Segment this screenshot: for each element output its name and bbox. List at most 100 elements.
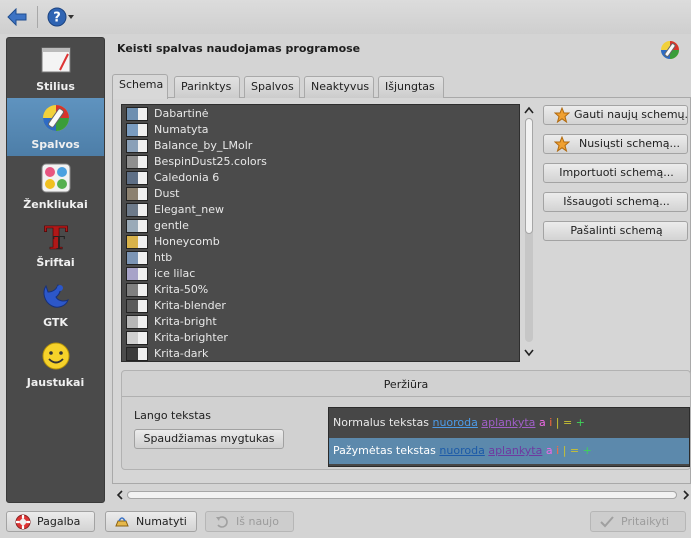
preview-view: Normalus tekstas nuoroda aplankyta a i |…: [328, 407, 690, 467]
horizontal-scrollbar[interactable]: [115, 488, 691, 502]
defaults-button[interactable]: Numatyti: [105, 511, 197, 532]
save-scheme-button[interactable]: Išsaugoti schemą...: [543, 192, 688, 212]
neutral-text: |: [562, 444, 567, 457]
scheme-list-item[interactable]: Krita-50%: [122, 282, 519, 298]
gtk-icon: [40, 280, 72, 312]
scrollbar-thumb[interactable]: [525, 118, 533, 234]
scheme-list-item[interactable]: Dust: [122, 186, 519, 202]
svg-text:?: ?: [53, 11, 61, 26]
scheme-list-item[interactable]: htb: [122, 250, 519, 266]
scheme-list-item[interactable]: Dabartinė: [122, 106, 519, 122]
apply-button[interactable]: Pritaikyti: [590, 511, 686, 532]
scrollbar-thumb[interactable]: [127, 491, 677, 499]
scheme-preview-swatch: [126, 171, 148, 185]
sidebar-item-label: Spalvos: [31, 138, 80, 151]
scroll-left-icon: [116, 490, 123, 500]
scheme-name: Krita-dark: [154, 347, 209, 360]
page-title: Keisti spalvas naudojamas programose: [117, 42, 361, 55]
help-button[interactable]: Pagalba: [6, 511, 95, 532]
sidebar-item-label: GTK: [43, 316, 68, 329]
checkmark-icon: [599, 514, 615, 530]
fonts-icon: TT: [40, 219, 72, 258]
positive-text: +: [582, 444, 592, 457]
sidebar-item-label: Ženkliukai: [23, 198, 88, 211]
scroll-down-icon: [524, 349, 534, 357]
vertical-scrollbar[interactable]: [522, 104, 536, 362]
scheme-list-item[interactable]: ice lilac: [122, 266, 519, 282]
scheme-list-item[interactable]: Krita-blender: [122, 298, 519, 314]
scheme-list-item[interactable]: Balance_by_LMolr: [122, 138, 519, 154]
scheme-name: Honeycomb: [154, 235, 220, 248]
positive-text: +: [575, 416, 585, 429]
link-text[interactable]: nuoroda: [439, 444, 484, 457]
visited-link-text[interactable]: aplankyta: [481, 416, 535, 429]
remove-scheme-button[interactable]: Pašalinti schemą: [543, 221, 688, 241]
scheme-list-item[interactable]: Krita-brighter: [122, 330, 519, 346]
download-scheme-button[interactable]: Nusiųsti schemą...: [543, 134, 688, 154]
get-new-schemes-button[interactable]: Gauti naujų schemų...: [543, 105, 688, 125]
scheme-list[interactable]: Dabartinė Numatyta Balance_by_LMolr BespinD…: [121, 104, 520, 362]
neutral-text: =: [562, 416, 573, 429]
scheme-name: Dabartinė: [154, 107, 209, 120]
sidebar-item-fonts[interactable]: TT Šriftai: [7, 216, 104, 274]
scheme-preview-swatch: [126, 107, 148, 121]
visited-link-text[interactable]: aplankyta: [488, 444, 542, 457]
svg-text:T: T: [53, 233, 65, 252]
sidebar: Stilius Spalvos Ženkliukai TT Šriftai GT…: [6, 37, 105, 503]
window-text-label: Lango tekstas: [134, 409, 212, 422]
scheme-name: gentle: [154, 219, 189, 232]
scheme-name: htb: [154, 251, 173, 264]
scheme-preview-swatch: [126, 251, 148, 265]
sidebar-item-label: Stilius: [36, 80, 75, 93]
sidebar-item-label: Šriftai: [36, 256, 75, 269]
neutral-text: =: [569, 444, 580, 457]
selected-text: Pažymėtas tekstas: [333, 444, 436, 457]
scheme-preview-swatch: [126, 331, 148, 345]
scheme-list-item[interactable]: Numatyta: [122, 122, 519, 138]
scheme-name: Dust: [154, 187, 180, 200]
scheme-name: BespinDust25.colors: [154, 155, 267, 168]
scheme-list-item[interactable]: BespinDust25.colors: [122, 154, 519, 170]
scheme-name: Krita-brighter: [154, 331, 228, 344]
normal-text: Normalus tekstas: [333, 416, 429, 429]
toolbar-separator: [37, 6, 38, 28]
tab-inactive[interactable]: Neaktyvus: [304, 76, 374, 98]
active-text: a: [538, 416, 546, 429]
tab-colors[interactable]: Spalvos: [244, 76, 300, 98]
import-scheme-button[interactable]: Importuoti schemą...: [543, 163, 688, 183]
preview-push-button[interactable]: Spaudžiamas mygtukas: [134, 429, 284, 449]
sidebar-item-emoticons[interactable]: Jaustukai: [7, 336, 104, 394]
style-icon: [40, 44, 72, 76]
scheme-preview-swatch: [126, 187, 148, 201]
scroll-up-icon: [524, 106, 534, 114]
scheme-list-item[interactable]: Krita-dark: [122, 346, 519, 361]
tab-scheme[interactable]: Schema: [112, 74, 168, 99]
tab-options[interactable]: Parinktys: [174, 76, 240, 98]
scroll-right-icon: [683, 490, 690, 500]
scheme-preview-swatch: [126, 283, 148, 297]
star-icon: [553, 135, 571, 153]
divider: [122, 396, 690, 397]
sidebar-item-style[interactable]: Stilius: [7, 40, 104, 98]
scheme-name: Krita-blender: [154, 299, 226, 312]
scheme-list-item[interactable]: Caledonia 6: [122, 170, 519, 186]
tab-disabled[interactable]: Išjungtas: [378, 76, 444, 98]
scheme-list-item[interactable]: Honeycomb: [122, 234, 519, 250]
scheme-name: ice lilac: [154, 267, 196, 280]
scheme-preview-swatch: [126, 155, 148, 169]
sidebar-item-emblems[interactable]: Ženkliukai: [7, 158, 104, 216]
lifebuoy-icon: [15, 514, 31, 530]
link-text[interactable]: nuoroda: [432, 416, 477, 429]
back-arrow-icon[interactable]: [5, 5, 29, 29]
sidebar-item-colors[interactable]: Spalvos: [7, 98, 104, 156]
sidebar-item-label: Jaustukai: [26, 376, 85, 389]
sidebar-item-gtk[interactable]: GTK: [7, 276, 104, 334]
scheme-list-item[interactable]: Krita-bright: [122, 314, 519, 330]
scheme-list-item[interactable]: Elegant_new: [122, 202, 519, 218]
help-icon[interactable]: ?: [46, 5, 76, 29]
reset-button[interactable]: Iš naujo: [205, 511, 294, 532]
selected-text-row: Pažymėtas tekstas nuoroda aplankyta a i …: [329, 438, 689, 464]
normal-text-row: Normalus tekstas nuoroda aplankyta a i |…: [329, 410, 689, 436]
scheme-list-item[interactable]: gentle: [122, 218, 519, 234]
scheme-preview-swatch: [126, 315, 148, 329]
